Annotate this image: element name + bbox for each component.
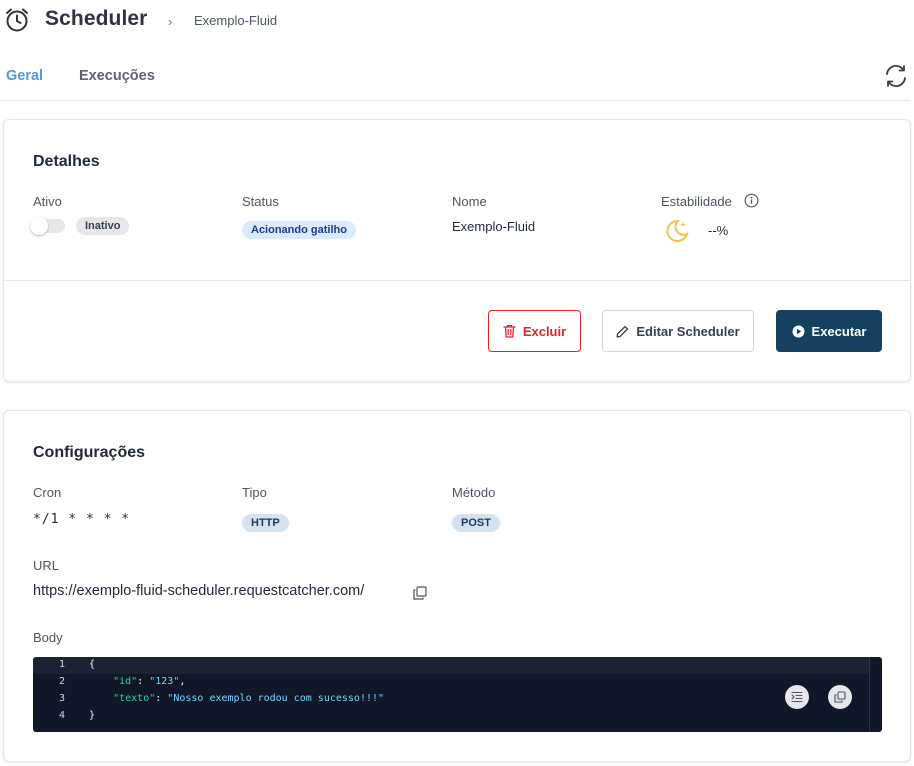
page-title: Scheduler: [45, 7, 148, 30]
status-badge: Acionando gatilho: [242, 221, 356, 239]
code-line: 3 "texto": "Nosso exemplo rodou com suce…: [33, 691, 869, 708]
line-number: 3: [58, 693, 65, 704]
copy-icon: [834, 691, 846, 703]
copy-code-button[interactable]: [828, 685, 852, 709]
cron-label: Cron: [33, 485, 62, 500]
indent-icon: [791, 691, 803, 703]
refresh-icon[interactable]: [882, 62, 910, 90]
line-number: 4: [58, 710, 65, 721]
edit-scheduler-button[interactable]: Editar Scheduler: [602, 310, 754, 352]
json-value: "Nosso exemplo rodou com sucesso!!!": [167, 693, 385, 704]
format-code-button[interactable]: [785, 685, 809, 709]
body-label: Body: [33, 630, 63, 645]
json-value: "123": [149, 676, 180, 687]
details-title: Detalhes: [33, 153, 100, 170]
info-icon[interactable]: [744, 193, 759, 208]
status-label: Status: [242, 194, 279, 209]
details-divider: [4, 280, 910, 281]
execute-button[interactable]: Executar: [776, 310, 882, 352]
estabilidade-value: --%: [708, 223, 729, 238]
nome-label: Nome: [452, 194, 487, 209]
active-toggle[interactable]: [30, 217, 65, 235]
code-text: }: [89, 710, 96, 721]
json-suffix: ,: [179, 676, 186, 687]
moon-stars-icon: [666, 219, 689, 242]
estabilidade-label: Estabilidade: [661, 194, 732, 209]
cron-value: */1 * * * *: [33, 512, 131, 527]
code-line: 2 "id": "123",: [33, 674, 869, 691]
delete-label: Excluir: [522, 323, 567, 339]
tab-geral[interactable]: Geral: [6, 68, 43, 84]
ativo-label: Ativo: [33, 194, 62, 209]
tab-bar: Geral Execuções: [0, 56, 910, 101]
alarm-clock-icon: [6, 8, 28, 32]
details-card: Detalhes Ativo Inativo Status Acionando …: [3, 119, 911, 382]
toggle-knob: [30, 217, 48, 235]
delete-button[interactable]: Excluir: [488, 310, 581, 352]
trash-icon: [503, 324, 516, 338]
tipo-badge: HTTP: [242, 514, 289, 532]
json-key: "texto": [113, 693, 156, 704]
execute-label: Executar: [811, 323, 867, 339]
line-number: 2: [58, 676, 65, 687]
pencil-icon: [616, 325, 629, 337]
json-key: "id": [113, 676, 138, 687]
copy-icon[interactable]: [412, 585, 428, 601]
line-number: 1: [58, 659, 65, 670]
chevron-right-icon: ›: [168, 14, 173, 29]
editor-ruler: [869, 657, 870, 732]
tipo-label: Tipo: [242, 485, 267, 500]
code-editor[interactable]: 1 { 2 "id": "123", 3 "texto": "Nosso exe…: [33, 657, 882, 732]
config-title: Configurações: [33, 444, 146, 461]
code-text: "texto": "Nosso exemplo rodou com sucess…: [113, 693, 385, 704]
breadcrumb[interactable]: Exemplo-Fluid: [194, 13, 277, 28]
code-line: 1 {: [33, 657, 869, 674]
page-header: Scheduler › Exemplo-Fluid: [0, 0, 914, 44]
config-card: Configurações Cron */1 * * * * Tipo HTTP…: [3, 410, 911, 762]
code-line: 4 }: [33, 708, 869, 725]
nome-value: Exemplo-Fluid: [452, 219, 536, 234]
url-label: URL: [33, 558, 60, 573]
metodo-badge: POST: [452, 514, 500, 532]
code-text: {: [89, 659, 96, 670]
play-circle-icon: [792, 325, 805, 337]
edit-label: Editar Scheduler: [636, 323, 740, 339]
tab-execucoes[interactable]: Execuções: [79, 68, 155, 84]
code-text: "id": "123",: [113, 676, 186, 687]
metodo-label: Método: [452, 485, 496, 500]
inativo-badge: Inativo: [76, 217, 130, 235]
url-value: https://exemplo-fluid-scheduler.requestc…: [33, 583, 365, 599]
